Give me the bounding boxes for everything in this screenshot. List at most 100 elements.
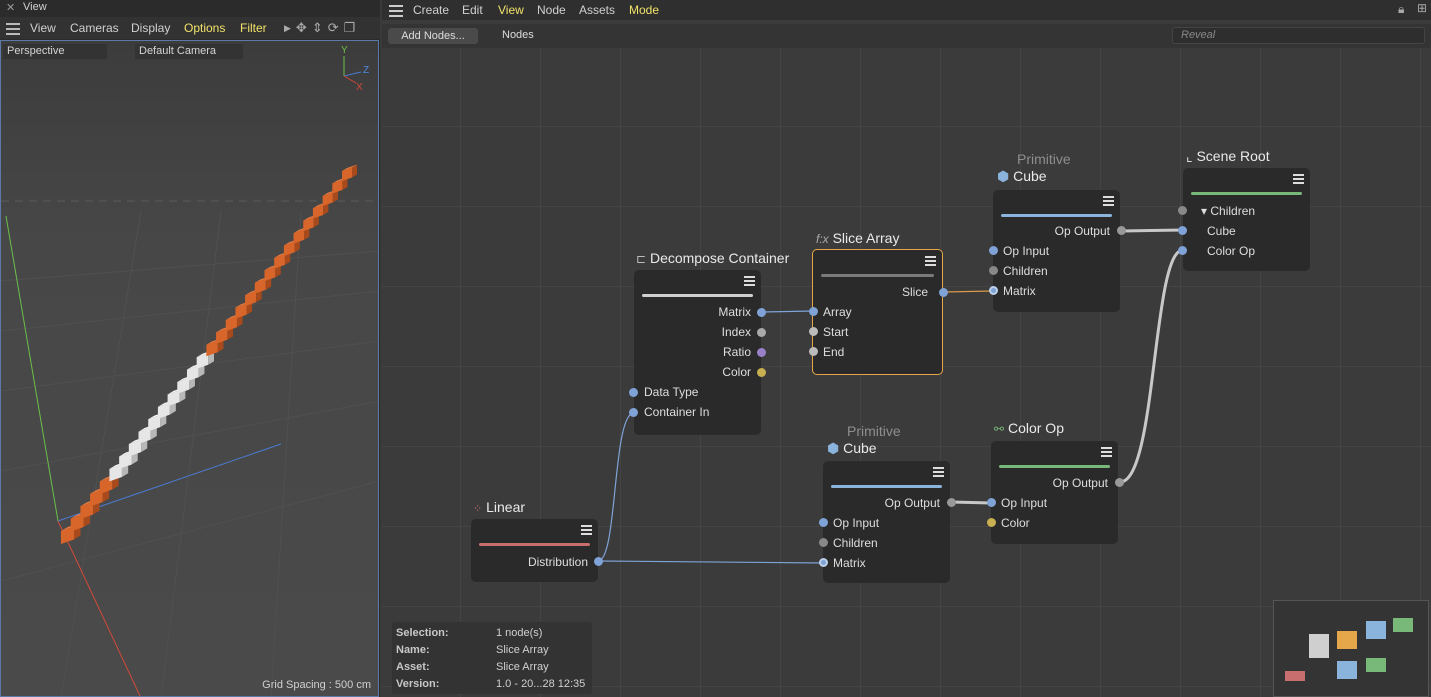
- viewport-menu-bar: View Cameras Display Options Filter ▶ ✥ …: [0, 17, 380, 39]
- node-menu-icon[interactable]: [933, 467, 944, 479]
- rotate-icon[interactable]: ⟳: [328, 20, 339, 36]
- menu-filter[interactable]: Filter: [240, 21, 267, 35]
- play-arrow-icon[interactable]: ▶: [284, 20, 291, 36]
- info-selection-value: 1 node(s): [496, 627, 543, 639]
- port-dot[interactable]: [947, 498, 956, 507]
- decompose-container-node[interactable]: Matrix Index Ratio Color Data Type Conta…: [634, 270, 761, 435]
- primitive-label: Primitive: [847, 423, 901, 439]
- port-distribution: Distribution: [527, 555, 588, 569]
- port-children: ▾ Children: [1201, 204, 1256, 218]
- port-dot[interactable]: [989, 246, 998, 255]
- node-color-bar: [1191, 192, 1302, 195]
- menu-create[interactable]: Create: [413, 3, 449, 17]
- decompose-icon: ⊏: [636, 252, 647, 266]
- port-dot[interactable]: [594, 557, 603, 566]
- editor-menu-bar: Create Edit View Node Assets Mode 🔒︎ ⊞: [382, 0, 1431, 20]
- slice-array-node[interactable]: Slice Array Start End: [812, 249, 943, 375]
- cube-node[interactable]: Op Output Op Input Children Matrix: [823, 461, 950, 583]
- port-dot[interactable]: [1178, 246, 1187, 255]
- minimap-node: [1337, 631, 1357, 649]
- port-dot[interactable]: [989, 286, 998, 295]
- 3d-viewport[interactable]: Perspective Default Camera Y Z X Grid Sp…: [0, 40, 379, 697]
- port-dot[interactable]: [1115, 478, 1124, 487]
- scene-root-title: ⌞ Scene Root: [1186, 148, 1270, 164]
- linear-node[interactable]: Distribution: [471, 519, 598, 582]
- port-end: End: [823, 345, 845, 359]
- menu-assets[interactable]: Assets: [579, 3, 615, 17]
- wire-distribution-matrix: [597, 560, 825, 564]
- menu-options[interactable]: Options: [184, 21, 225, 35]
- move-icon[interactable]: ✥: [296, 20, 307, 36]
- node-menu-icon[interactable]: [1103, 196, 1114, 208]
- hamburger-menu-icon[interactable]: [389, 5, 403, 20]
- cube-node[interactable]: Op Output Op Input Children Matrix: [993, 190, 1120, 312]
- wire-colorop-sceneroot: [1119, 248, 1184, 484]
- scene-cube-face: [303, 217, 314, 232]
- port-dot[interactable]: [819, 538, 828, 547]
- node-menu-icon[interactable]: [581, 525, 592, 537]
- port-dot[interactable]: [1178, 226, 1187, 235]
- info-name-value: Slice Array: [496, 644, 549, 656]
- port-color-out: Color: [722, 365, 751, 379]
- scene-cube-face: [264, 266, 276, 282]
- scene-root-icon: ⌞: [1186, 148, 1193, 164]
- graph-minimap[interactable]: [1273, 600, 1429, 697]
- reveal-search-input[interactable]: Reveal: [1172, 27, 1425, 44]
- port-dot[interactable]: [987, 498, 996, 507]
- port-dot[interactable]: [757, 368, 766, 377]
- port-dot[interactable]: [939, 288, 948, 297]
- menu-edit[interactable]: Edit: [462, 3, 483, 17]
- port-dot[interactable]: [809, 307, 818, 316]
- node-menu-icon[interactable]: [1101, 447, 1112, 459]
- node-menu-icon[interactable]: [1293, 174, 1304, 186]
- port-dot[interactable]: [987, 518, 996, 527]
- node-menu-icon[interactable]: [744, 276, 755, 288]
- maximize-icon[interactable]: ❐: [344, 20, 356, 36]
- add-nodes-button[interactable]: Add Nodes...: [388, 28, 478, 44]
- hamburger-menu-icon[interactable]: [6, 23, 20, 38]
- menu-view[interactable]: View: [498, 3, 524, 17]
- port-dot[interactable]: [757, 328, 766, 337]
- port-dot[interactable]: [757, 308, 766, 317]
- minimap-node: [1366, 658, 1386, 672]
- port-op-output: Op Output: [1054, 224, 1110, 238]
- port-start: Start: [823, 325, 849, 339]
- node-editor: Create Edit View Node Assets Mode 🔒︎ ⊞ A…: [382, 0, 1431, 697]
- close-icon[interactable]: ✕: [6, 1, 15, 14]
- scene-cube-face: [322, 192, 333, 207]
- port-dot[interactable]: [819, 558, 828, 567]
- menu-view[interactable]: View: [30, 21, 56, 35]
- port-dot[interactable]: [1178, 206, 1187, 215]
- scene-root-node[interactable]: ▾ Children Cube Color Op: [1183, 168, 1310, 271]
- node-menu-icon[interactable]: [925, 256, 936, 268]
- port-children: Children: [1003, 264, 1048, 278]
- menu-display[interactable]: Display: [131, 21, 170, 35]
- port-matrix-out: Matrix: [718, 305, 751, 319]
- viewport-title-bar: ✕ View: [0, 0, 380, 16]
- port-dot[interactable]: [809, 327, 818, 336]
- port-dot[interactable]: [989, 266, 998, 275]
- port-dot[interactable]: [1117, 226, 1126, 235]
- cube-icon: ⬢: [997, 168, 1010, 184]
- info-version-value: 1.0 - 20...28 12:35: [496, 678, 586, 690]
- port-cube: Cube: [1207, 224, 1236, 238]
- info-asset-label: Asset:: [396, 661, 430, 673]
- expand-icon[interactable]: ⊞: [1417, 1, 1427, 15]
- menu-node[interactable]: Node: [537, 3, 566, 17]
- menu-mode[interactable]: Mode: [629, 3, 659, 17]
- port-dot[interactable]: [629, 388, 638, 397]
- pan-icon[interactable]: ⇕: [312, 20, 323, 36]
- menu-cameras[interactable]: Cameras: [70, 21, 119, 35]
- port-dot[interactable]: [809, 347, 818, 356]
- minimap-node: [1337, 661, 1357, 679]
- node-color-bar: [479, 543, 590, 546]
- scene-cube-face: [274, 254, 285, 269]
- color-op-node[interactable]: Op Output Op Input Color: [991, 441, 1118, 544]
- port-dot[interactable]: [629, 408, 638, 417]
- nodes-breadcrumb[interactable]: Nodes: [502, 29, 534, 41]
- node-graph-canvas[interactable]: ⊏ Decompose Container Matrix Index Ratio…: [382, 48, 1431, 697]
- gizmo-x-label: X: [356, 82, 363, 93]
- port-dot[interactable]: [757, 348, 766, 357]
- port-dot[interactable]: [819, 518, 828, 527]
- lock-icon[interactable]: 🔒︎: [1398, 2, 1404, 17]
